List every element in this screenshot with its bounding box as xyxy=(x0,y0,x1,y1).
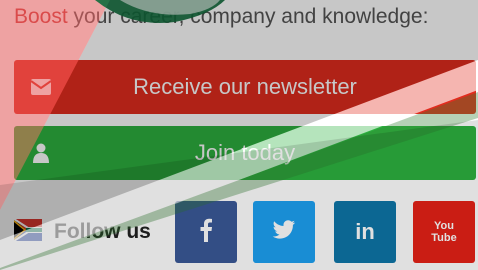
join-button[interactable]: Join today xyxy=(14,126,476,180)
south-africa-flag-icon xyxy=(13,217,43,246)
twitter-icon xyxy=(272,219,296,245)
twitter-button[interactable] xyxy=(253,201,315,263)
youtube-button[interactable]: You Tube xyxy=(413,201,475,263)
tagline-accent: Boost xyxy=(14,5,68,28)
facebook-icon xyxy=(199,218,213,247)
linkedin-button[interactable]: in xyxy=(334,201,396,263)
follow-us: Follow us xyxy=(13,212,151,252)
follow-label: Follow us xyxy=(54,220,151,243)
tagline-text: your career, company and knowledge: xyxy=(67,5,429,28)
promo-panel: Boost your career, company and knowledge… xyxy=(0,0,478,270)
youtube-icon: You Tube xyxy=(431,220,457,244)
envelope-icon xyxy=(30,76,52,98)
newsletter-button[interactable]: Receive our newsletter xyxy=(14,60,476,114)
user-icon xyxy=(30,142,52,164)
newsletter-label: Receive our newsletter xyxy=(133,74,357,99)
linkedin-icon: in xyxy=(355,219,375,244)
tagline: Boost your career, company and knowledge… xyxy=(14,5,478,29)
facebook-button[interactable] xyxy=(175,201,237,263)
join-label: Join today xyxy=(194,140,296,165)
